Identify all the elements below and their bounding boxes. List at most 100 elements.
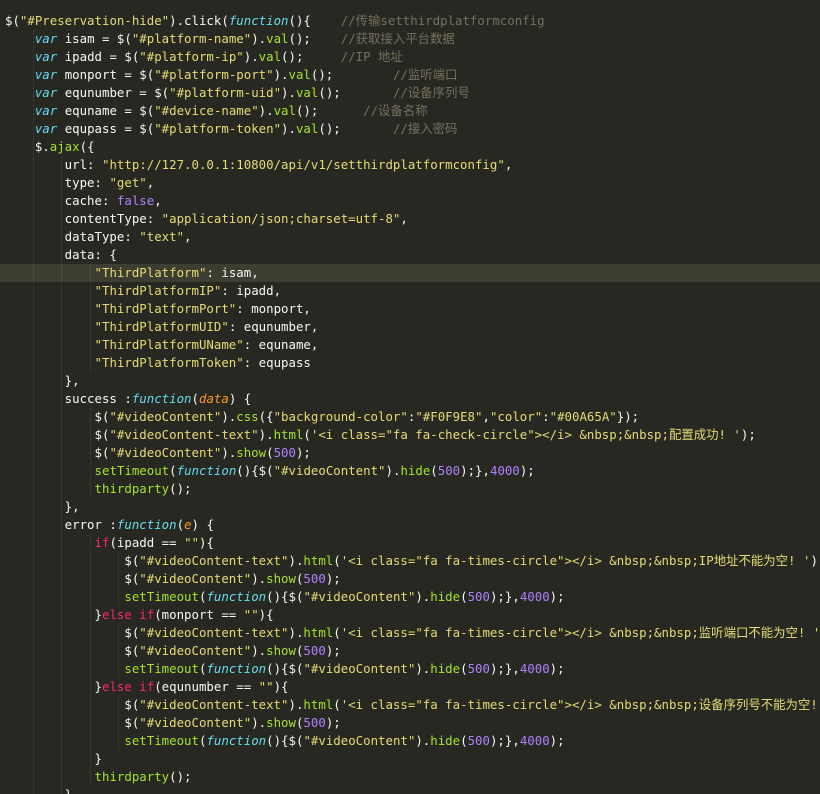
code-line[interactable]: $("#videoContent-text").html('<i class="…: [0, 624, 820, 642]
code-line[interactable]: var equpass = $("#platform-token").val()…: [0, 120, 820, 138]
code-editor[interactable]: $("#Preservation-hide").click(function()…: [0, 0, 820, 794]
code-token: "#videoContent": [139, 643, 252, 658]
code-line[interactable]: "ThirdPlatformUName": equname,: [0, 336, 820, 354]
indent-guide: [33, 750, 35, 768]
code-line[interactable]: "ThirdPlatform": isam,: [0, 264, 820, 282]
code-line[interactable]: }else if(monport == ""){: [0, 606, 820, 624]
indent-guide: [61, 372, 63, 390]
code-token: ();: [295, 103, 364, 118]
indent-guide: [33, 444, 35, 462]
indent-guide: [33, 678, 35, 696]
code-line[interactable]: var equnumber = $("#platform-uid").val()…: [0, 84, 820, 102]
code-token: //监听端口: [392, 67, 458, 82]
code-token: ).: [251, 715, 267, 730]
code-line[interactable]: data: {: [0, 246, 820, 264]
code-token: );},: [489, 661, 520, 676]
code-line[interactable]: "ThirdPlatformToken": equpass: [0, 354, 820, 372]
code-token: "#videoContent-text": [139, 625, 289, 640]
code-line[interactable]: $("#videoContent-text").html('<i class="…: [0, 696, 820, 714]
code-line[interactable]: "ThirdPlatformIP": ipadd,: [0, 282, 820, 300]
code-token: //设备名称: [363, 103, 428, 118]
code-token: );},: [489, 589, 520, 604]
code-line[interactable]: }else if(equnumber == ""){: [0, 678, 820, 696]
code-line[interactable]: "ThirdPlatformUID": equnumber,: [0, 318, 820, 336]
code-line[interactable]: var isam = $("#platform-name").val(); //…: [0, 30, 820, 48]
code-line[interactable]: $("#videoContent").show(500);: [0, 714, 820, 732]
indent-guide: [117, 732, 119, 750]
code-line[interactable]: "ThirdPlatformPort": monport,: [0, 300, 820, 318]
code-token: ).: [415, 661, 431, 676]
code-token: );: [325, 643, 341, 658]
indent-guide: [61, 336, 63, 354]
code-token: else if: [101, 607, 155, 622]
code-token: var: [34, 31, 58, 46]
indent-guide: [117, 642, 119, 660]
code-token: 500: [303, 571, 326, 586]
code-line[interactable]: var equname = $("#device-name").val(); /…: [0, 102, 820, 120]
code-line[interactable]: url: "http://127.0.0.1:10800/api/v1/sett…: [0, 156, 820, 174]
code-token: function: [206, 661, 267, 676]
indent-guide: [89, 660, 91, 678]
code-line[interactable]: $("#videoContent").show(500);: [0, 444, 820, 462]
code-line[interactable]: $("#videoContent-text").html('<i class="…: [0, 552, 820, 570]
code-token: ) {: [228, 391, 252, 406]
code-line[interactable]: setTimeout(function(){$("#videoContent")…: [0, 588, 820, 606]
code-line[interactable]: dataType: "text",: [0, 228, 820, 246]
code-token: ){: [273, 679, 289, 694]
code-token: dataType:: [5, 229, 140, 244]
code-token: setTimeout: [124, 661, 199, 676]
code-line[interactable]: $.ajax({: [0, 138, 820, 156]
code-token: });: [616, 409, 640, 424]
code-line[interactable]: $("#videoContent").show(500);: [0, 570, 820, 588]
code-line[interactable]: setTimeout(function(){$("#videoContent")…: [0, 462, 820, 480]
indent-guide: [33, 696, 35, 714]
code-line[interactable]: }: [0, 750, 820, 768]
code-token: :: [542, 409, 550, 424]
code-line[interactable]: cache: false,: [0, 192, 820, 210]
code-line[interactable]: success :function(data) {: [0, 390, 820, 408]
code-token: "#videoContent": [303, 589, 416, 604]
code-token: var: [34, 121, 58, 136]
code-token: ).: [221, 445, 237, 460]
code-line[interactable]: $("#videoContent-text").html('<i class="…: [0, 426, 820, 444]
code-line[interactable]: $("#videoContent").show(500);: [0, 642, 820, 660]
code-line[interactable]: thirdparty();: [0, 480, 820, 498]
indent-guide: [89, 750, 91, 768]
code-line[interactable]: $("#Preservation-hide").click(function()…: [0, 12, 820, 30]
code-line[interactable]: type: "get",: [0, 174, 820, 192]
code-line[interactable]: setTimeout(function(){$("#videoContent")…: [0, 732, 820, 750]
code-token: var: [34, 67, 58, 82]
code-token: var: [34, 49, 58, 64]
code-token: ();: [169, 769, 192, 784]
indent-guide: [61, 660, 63, 678]
code-line[interactable]: contentType: "application/json;charset=u…: [0, 210, 820, 228]
code-line[interactable]: thirdparty();: [0, 768, 820, 786]
code-line[interactable]: var ipadd = $("#platform-ip").val(); //I…: [0, 48, 820, 66]
code-line[interactable]: error :function(e) {: [0, 516, 820, 534]
code-token: 500: [303, 715, 326, 730]
indent-guide: [89, 336, 91, 354]
code-line[interactable]: },: [0, 498, 820, 516]
indent-guide: [61, 264, 63, 282]
code-token: (: [333, 697, 341, 712]
code-token: );: [740, 427, 756, 442]
code-line[interactable]: $("#videoContent").css({"background-colo…: [0, 408, 820, 426]
code-token: (: [303, 427, 311, 442]
code-line[interactable]: },: [0, 786, 820, 794]
indent-guide: [89, 696, 91, 714]
code-token: 4000: [519, 733, 550, 748]
code-token: "#device-name": [154, 103, 259, 118]
code-token: false: [116, 193, 155, 208]
code-token: "#videoContent-text": [139, 697, 289, 712]
code-line[interactable]: setTimeout(function(){$("#videoContent")…: [0, 660, 820, 678]
code-token: "ThirdPlatform": [94, 265, 207, 280]
code-line[interactable]: var monport = $("#platform-port").val();…: [0, 66, 820, 84]
code-token: ,: [154, 193, 162, 208]
code-line[interactable]: },: [0, 372, 820, 390]
code-line[interactable]: if(ipadd == ""){: [0, 534, 820, 552]
indent-guide: [33, 300, 35, 318]
